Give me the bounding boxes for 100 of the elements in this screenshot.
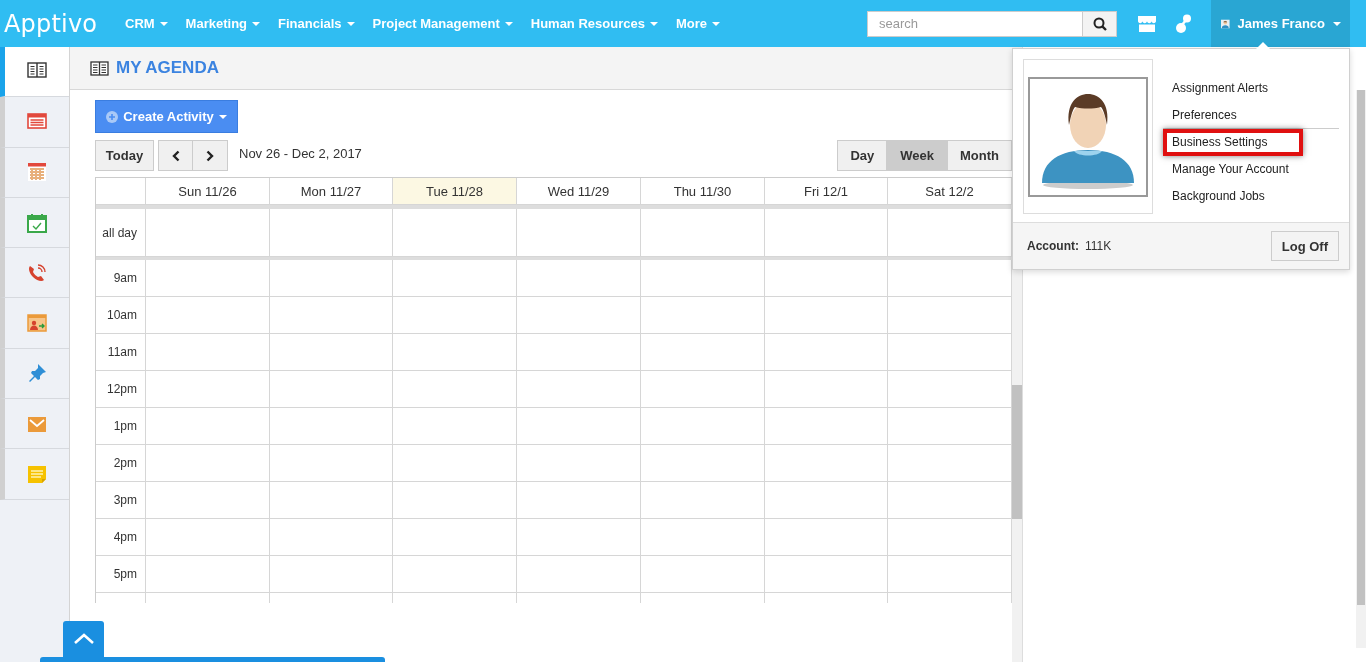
plus-circle-icon — [106, 110, 119, 123]
calendar-cell[interactable] — [517, 482, 641, 519]
calendar-cell[interactable] — [146, 334, 270, 371]
time-label: 2pm — [96, 445, 146, 482]
sidebar-item[interactable] — [0, 248, 69, 299]
calendar-cell[interactable] — [270, 482, 393, 519]
calendar-cell[interactable] — [765, 556, 888, 593]
calendar-cell[interactable] — [270, 371, 393, 408]
calendar-cell[interactable] — [765, 445, 888, 482]
calendar-cell[interactable] — [517, 209, 641, 257]
calendar-cell[interactable] — [270, 408, 393, 445]
time-label: 9am — [96, 260, 146, 297]
calendar-cell[interactable] — [270, 519, 393, 556]
calendar-cell[interactable] — [641, 334, 765, 371]
sidebar-item[interactable] — [0, 47, 69, 98]
account-label: Account: — [1027, 239, 1079, 253]
calendar-cell[interactable] — [641, 445, 765, 482]
calendar-cell[interactable] — [641, 297, 765, 334]
calendar-cell[interactable] — [641, 260, 765, 297]
log-off-button[interactable]: Log Off — [1270, 231, 1339, 261]
previous-week-button[interactable] — [158, 140, 193, 171]
chevron-up-icon — [72, 633, 95, 645]
calendar-cell[interactable] — [517, 371, 641, 408]
calendar-cell[interactable] — [146, 260, 270, 297]
search-button[interactable] — [1083, 10, 1117, 37]
chevron-left-icon — [171, 149, 180, 162]
calendar-cell[interactable] — [270, 445, 393, 482]
user-menu-item[interactable]: Manage Your Account — [1163, 156, 1339, 183]
store-icon[interactable] — [1137, 14, 1157, 33]
calendar-cell[interactable] — [517, 445, 641, 482]
calendar-cell[interactable] — [641, 519, 765, 556]
calendar-cell[interactable] — [393, 556, 517, 593]
chevron-right-icon — [206, 149, 214, 162]
sidebar-item[interactable] — [0, 348, 69, 400]
calendar-cell[interactable] — [765, 482, 888, 519]
scrollbar-thumb[interactable] — [1357, 90, 1365, 605]
scrollbar-thumb[interactable] — [1012, 385, 1022, 519]
calendar-cell[interactable] — [270, 260, 393, 297]
view-tab[interactable]: Day — [837, 140, 888, 171]
calendar-cell[interactable] — [270, 297, 393, 334]
calendar-cell[interactable] — [517, 334, 641, 371]
calendar-cell[interactable] — [765, 408, 888, 445]
calendar-cell[interactable] — [765, 260, 888, 297]
calendar-cell[interactable] — [146, 445, 270, 482]
time-label: 12pm — [96, 371, 146, 408]
search-field[interactable]: search — [867, 10, 1083, 37]
calendar-cell[interactable] — [765, 519, 888, 556]
calendar-cell[interactable] — [517, 408, 641, 445]
today-button[interactable]: Today — [95, 140, 154, 171]
view-tab[interactable]: Week — [887, 140, 947, 171]
calendar-cell[interactable] — [641, 209, 765, 257]
calendar-cell[interactable] — [641, 371, 765, 408]
calendar-cell[interactable] — [517, 519, 641, 556]
calendar-cell[interactable] — [146, 371, 270, 408]
sticky-note-icon — [27, 464, 47, 484]
scroll-up-button[interactable] — [63, 621, 104, 657]
calendar-cell[interactable] — [641, 482, 765, 519]
calendar-cell[interactable] — [393, 297, 517, 334]
time-label: 5pm — [96, 556, 146, 593]
caret-icon — [504, 21, 513, 26]
calendar-cell[interactable] — [765, 297, 888, 334]
sidebar-item[interactable] — [0, 399, 69, 450]
calendar-cell[interactable] — [146, 297, 270, 334]
calendar-cell[interactable] — [146, 209, 270, 257]
calendar-cell[interactable] — [393, 209, 517, 257]
next-week-button[interactable] — [193, 140, 228, 171]
calendar-cell[interactable] — [641, 556, 765, 593]
calendar-cell[interactable] — [146, 482, 270, 519]
user-menu-item[interactable]: Business Settings — [1163, 129, 1303, 156]
calendar-cell[interactable] — [765, 371, 888, 408]
calendar-cell[interactable] — [393, 408, 517, 445]
sidebar-item[interactable] — [0, 197, 69, 249]
user-menu-item[interactable]: Background Jobs — [1163, 183, 1339, 210]
calendar-cell[interactable] — [765, 334, 888, 371]
calendar-cell[interactable] — [146, 556, 270, 593]
calendar-cell[interactable] — [270, 334, 393, 371]
calendar-cell[interactable] — [270, 556, 393, 593]
calendar-cell[interactable] — [146, 519, 270, 556]
calendar-cell[interactable] — [393, 260, 517, 297]
user-menu-item[interactable]: Preferences — [1163, 102, 1339, 129]
calendar-cell[interactable] — [517, 297, 641, 334]
calendar-cell[interactable] — [641, 408, 765, 445]
calendar-cell[interactable] — [146, 408, 270, 445]
view-tab[interactable]: Month — [947, 140, 1012, 171]
calendar-cell[interactable] — [393, 445, 517, 482]
sidebar-item[interactable] — [0, 97, 69, 148]
calendar-cell[interactable] — [270, 209, 393, 257]
share-nodes-icon[interactable] — [1176, 13, 1192, 34]
sidebar-item[interactable] — [0, 298, 69, 349]
user-menu-item[interactable]: Assignment Alerts — [1163, 75, 1339, 102]
search-icon — [1092, 16, 1107, 31]
calendar-cell[interactable] — [765, 209, 888, 257]
calendar-cell[interactable] — [517, 556, 641, 593]
calendar-cell[interactable] — [517, 260, 641, 297]
calendar-cell[interactable] — [393, 519, 517, 556]
calendar-cell[interactable] — [393, 482, 517, 519]
person-silhouette-icon — [1028, 76, 1148, 197]
calendar-cell[interactable] — [393, 371, 517, 408]
calendar-cell[interactable] — [393, 334, 517, 371]
all-day-label: all day — [96, 209, 146, 257]
